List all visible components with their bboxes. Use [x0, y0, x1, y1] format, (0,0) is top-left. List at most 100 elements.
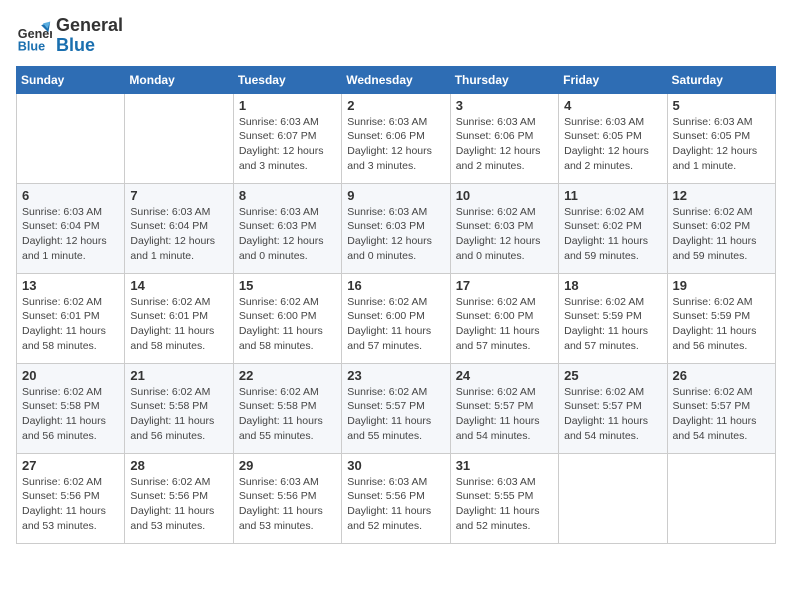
calendar-cell: 28 Sunrise: 6:02 AM Sunset: 5:56 PM Dayli… — [125, 453, 233, 543]
day-number: 28 — [130, 458, 227, 473]
weekday-wednesday: Wednesday — [342, 66, 450, 93]
weekday-thursday: Thursday — [450, 66, 558, 93]
weekday-monday: Monday — [125, 66, 233, 93]
day-number: 10 — [456, 188, 553, 203]
day-info: Sunrise: 6:02 AM Sunset: 5:57 PM Dayligh… — [456, 385, 553, 444]
day-number: 30 — [347, 458, 444, 473]
calendar-cell: 11 Sunrise: 6:02 AM Sunset: 6:02 PM Dayli… — [559, 183, 667, 273]
day-info: Sunrise: 6:02 AM Sunset: 5:58 PM Dayligh… — [239, 385, 336, 444]
calendar-cell: 1 Sunrise: 6:03 AM Sunset: 6:07 PM Daylig… — [233, 93, 341, 183]
calendar-cell: 3 Sunrise: 6:03 AM Sunset: 6:06 PM Daylig… — [450, 93, 558, 183]
calendar-cell: 31 Sunrise: 6:03 AM Sunset: 5:55 PM Dayli… — [450, 453, 558, 543]
day-info: Sunrise: 6:02 AM Sunset: 5:58 PM Dayligh… — [130, 385, 227, 444]
day-number: 21 — [130, 368, 227, 383]
day-info: Sunrise: 6:03 AM Sunset: 6:06 PM Dayligh… — [347, 115, 444, 174]
calendar-cell: 9 Sunrise: 6:03 AM Sunset: 6:03 PM Daylig… — [342, 183, 450, 273]
day-number: 14 — [130, 278, 227, 293]
day-info: Sunrise: 6:02 AM Sunset: 5:56 PM Dayligh… — [130, 475, 227, 534]
calendar-cell: 22Sunrise: 6:02 AM Sunset: 5:58 PM Dayli… — [233, 363, 341, 453]
day-number: 13 — [22, 278, 119, 293]
day-info: Sunrise: 6:03 AM Sunset: 6:04 PM Dayligh… — [22, 205, 119, 264]
logo: General Blue General Blue — [16, 16, 123, 56]
day-info: Sunrise: 6:02 AM Sunset: 6:00 PM Dayligh… — [239, 295, 336, 354]
day-number: 29 — [239, 458, 336, 473]
day-number: 7 — [130, 188, 227, 203]
calendar-table: SundayMondayTuesdayWednesdayThursdayFrid… — [16, 66, 776, 544]
day-number: 18 — [564, 278, 661, 293]
weekday-friday: Friday — [559, 66, 667, 93]
calendar-week-4: 20 Sunrise: 6:02 AM Sunset: 5:58 PM Dayli… — [17, 363, 776, 453]
calendar-cell: 19Sunrise: 6:02 AM Sunset: 5:59 PM Dayli… — [667, 273, 775, 363]
day-info: Sunrise: 6:02 AM Sunset: 5:57 PM Dayligh… — [673, 385, 770, 444]
weekday-tuesday: Tuesday — [233, 66, 341, 93]
calendar-cell — [125, 93, 233, 183]
day-number: 1 — [239, 98, 336, 113]
day-number: 26 — [673, 368, 770, 383]
day-info: Sunrise: 6:02 AM Sunset: 6:01 PM Dayligh… — [130, 295, 227, 354]
calendar-week-5: 27Sunrise: 6:02 AM Sunset: 5:56 PM Dayli… — [17, 453, 776, 543]
day-info: Sunrise: 6:02 AM Sunset: 6:00 PM Dayligh… — [456, 295, 553, 354]
weekday-header-row: SundayMondayTuesdayWednesdayThursdayFrid… — [17, 66, 776, 93]
weekday-saturday: Saturday — [667, 66, 775, 93]
day-info: Sunrise: 6:03 AM Sunset: 6:03 PM Dayligh… — [239, 205, 336, 264]
calendar-cell: 27Sunrise: 6:02 AM Sunset: 5:56 PM Dayli… — [17, 453, 125, 543]
calendar-cell: 5 Sunrise: 6:03 AM Sunset: 6:05 PM Daylig… — [667, 93, 775, 183]
day-info: Sunrise: 6:02 AM Sunset: 5:59 PM Dayligh… — [564, 295, 661, 354]
calendar-cell: 15Sunrise: 6:02 AM Sunset: 6:00 PM Dayli… — [233, 273, 341, 363]
day-info: Sunrise: 6:03 AM Sunset: 5:55 PM Dayligh… — [456, 475, 553, 534]
calendar-cell: 25Sunrise: 6:02 AM Sunset: 5:57 PM Dayli… — [559, 363, 667, 453]
day-number: 19 — [673, 278, 770, 293]
day-info: Sunrise: 6:03 AM Sunset: 6:05 PM Dayligh… — [564, 115, 661, 174]
day-number: 20 — [22, 368, 119, 383]
page-header: General Blue General Blue — [16, 16, 776, 56]
calendar-cell: 6 Sunrise: 6:03 AM Sunset: 6:04 PM Daylig… — [17, 183, 125, 273]
calendar-cell — [667, 453, 775, 543]
calendar-cell: 18 Sunrise: 6:02 AM Sunset: 5:59 PM Dayli… — [559, 273, 667, 363]
calendar-cell: 17 Sunrise: 6:02 AM Sunset: 6:00 PM Dayli… — [450, 273, 558, 363]
calendar-cell: 14 Sunrise: 6:02 AM Sunset: 6:01 PM Dayli… — [125, 273, 233, 363]
weekday-sunday: Sunday — [17, 66, 125, 93]
calendar-cell: 30Sunrise: 6:03 AM Sunset: 5:56 PM Dayli… — [342, 453, 450, 543]
calendar-cell: 2 Sunrise: 6:03 AM Sunset: 6:06 PM Daylig… — [342, 93, 450, 183]
calendar-cell — [559, 453, 667, 543]
calendar-cell: 10 Sunrise: 6:02 AM Sunset: 6:03 PM Dayli… — [450, 183, 558, 273]
day-number: 12 — [673, 188, 770, 203]
day-number: 2 — [347, 98, 444, 113]
calendar-cell: 13Sunrise: 6:02 AM Sunset: 6:01 PM Dayli… — [17, 273, 125, 363]
day-info: Sunrise: 6:03 AM Sunset: 5:56 PM Dayligh… — [239, 475, 336, 534]
day-number: 11 — [564, 188, 661, 203]
day-info: Sunrise: 6:03 AM Sunset: 6:03 PM Dayligh… — [347, 205, 444, 264]
day-number: 3 — [456, 98, 553, 113]
day-info: Sunrise: 6:02 AM Sunset: 5:57 PM Dayligh… — [347, 385, 444, 444]
calendar-cell — [17, 93, 125, 183]
day-number: 4 — [564, 98, 661, 113]
day-info: Sunrise: 6:02 AM Sunset: 6:02 PM Dayligh… — [673, 205, 770, 264]
calendar-cell: 8Sunrise: 6:03 AM Sunset: 6:03 PM Daylig… — [233, 183, 341, 273]
calendar-cell: 29 Sunrise: 6:03 AM Sunset: 5:56 PM Dayli… — [233, 453, 341, 543]
day-info: Sunrise: 6:03 AM Sunset: 6:07 PM Dayligh… — [239, 115, 336, 174]
logo-icon: General Blue — [16, 18, 52, 54]
calendar-cell: 21 Sunrise: 6:02 AM Sunset: 5:58 PM Dayli… — [125, 363, 233, 453]
calendar-cell: 26 Sunrise: 6:02 AM Sunset: 5:57 PM Dayli… — [667, 363, 775, 453]
calendar-cell: 24 Sunrise: 6:02 AM Sunset: 5:57 PM Dayli… — [450, 363, 558, 453]
calendar-week-1: 1 Sunrise: 6:03 AM Sunset: 6:07 PM Daylig… — [17, 93, 776, 183]
day-number: 31 — [456, 458, 553, 473]
day-info: Sunrise: 6:02 AM Sunset: 6:00 PM Dayligh… — [347, 295, 444, 354]
day-info: Sunrise: 6:02 AM Sunset: 6:02 PM Dayligh… — [564, 205, 661, 264]
day-number: 5 — [673, 98, 770, 113]
day-info: Sunrise: 6:02 AM Sunset: 6:03 PM Dayligh… — [456, 205, 553, 264]
calendar-cell: 7Sunrise: 6:03 AM Sunset: 6:04 PM Daylig… — [125, 183, 233, 273]
day-number: 17 — [456, 278, 553, 293]
calendar-cell: 16Sunrise: 6:02 AM Sunset: 6:00 PM Dayli… — [342, 273, 450, 363]
day-info: Sunrise: 6:03 AM Sunset: 6:05 PM Dayligh… — [673, 115, 770, 174]
day-info: Sunrise: 6:02 AM Sunset: 5:56 PM Dayligh… — [22, 475, 119, 534]
day-info: Sunrise: 6:02 AM Sunset: 5:57 PM Dayligh… — [564, 385, 661, 444]
calendar-cell: 12 Sunrise: 6:02 AM Sunset: 6:02 PM Dayli… — [667, 183, 775, 273]
calendar-week-3: 13 Sunrise: 6:02 AM Sunset: 6:01 PM Dayli… — [17, 273, 776, 363]
svg-text:Blue: Blue — [18, 39, 45, 53]
day-number: 6 — [22, 188, 119, 203]
calendar-week-2: 6 Sunrise: 6:03 AM Sunset: 6:04 PM Daylig… — [17, 183, 776, 273]
day-number: 9 — [347, 188, 444, 203]
day-info: Sunrise: 6:03 AM Sunset: 6:06 PM Dayligh… — [456, 115, 553, 174]
day-number: 24 — [456, 368, 553, 383]
